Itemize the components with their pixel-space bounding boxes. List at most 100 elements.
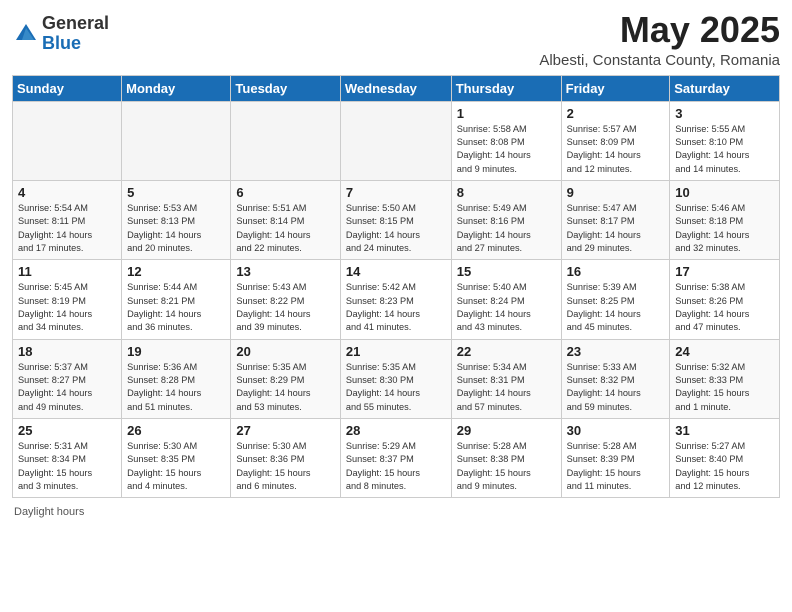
weekday-header-sunday: Sunday: [13, 75, 122, 101]
day-number: 28: [346, 423, 446, 438]
day-number: 15: [457, 264, 556, 279]
day-number: 10: [675, 185, 774, 200]
calendar-week-1: 1 Sunrise: 5:58 AM Sunset: 8:08 PM Daylig…: [13, 101, 780, 180]
calendar-cell: 25 Sunrise: 5:31 AM Sunset: 8:34 PM Dayli…: [13, 419, 122, 498]
calendar-cell: 1 Sunrise: 5:58 AM Sunset: 8:08 PM Daylig…: [451, 101, 561, 180]
day-number: 22: [457, 344, 556, 359]
calendar-week-5: 25 Sunrise: 5:31 AM Sunset: 8:34 PM Dayli…: [13, 419, 780, 498]
title-block: May 2025 Albesti, Constanta County, Roma…: [539, 10, 780, 69]
day-number: 12: [127, 264, 225, 279]
day-info: Sunrise: 5:28 AM Sunset: 8:39 PM Dayligh…: [567, 440, 665, 493]
calendar-cell: [122, 101, 231, 180]
page-header: General Blue May 2025 Albesti, Constanta…: [12, 10, 780, 69]
calendar-cell: 22 Sunrise: 5:34 AM Sunset: 8:31 PM Dayli…: [451, 339, 561, 418]
day-number: 27: [236, 423, 334, 438]
day-info: Sunrise: 5:38 AM Sunset: 8:26 PM Dayligh…: [675, 281, 774, 334]
calendar-cell: 19 Sunrise: 5:36 AM Sunset: 8:28 PM Dayli…: [122, 339, 231, 418]
logo-blue-text: Blue: [42, 34, 109, 54]
day-number: 19: [127, 344, 225, 359]
day-number: 2: [567, 106, 665, 121]
weekday-header-tuesday: Tuesday: [231, 75, 340, 101]
calendar-cell: 7 Sunrise: 5:50 AM Sunset: 8:15 PM Daylig…: [340, 180, 451, 259]
logo-text: General Blue: [42, 14, 109, 54]
day-number: 23: [567, 344, 665, 359]
footer: Daylight hours: [12, 506, 780, 518]
day-info: Sunrise: 5:28 AM Sunset: 8:38 PM Dayligh…: [457, 440, 556, 493]
day-number: 6: [236, 185, 334, 200]
weekday-header-row: SundayMondayTuesdayWednesdayThursdayFrid…: [13, 75, 780, 101]
day-info: Sunrise: 5:30 AM Sunset: 8:36 PM Dayligh…: [236, 440, 334, 493]
day-number: 1: [457, 106, 556, 121]
weekday-header-friday: Friday: [561, 75, 670, 101]
day-info: Sunrise: 5:39 AM Sunset: 8:25 PM Dayligh…: [567, 281, 665, 334]
day-number: 26: [127, 423, 225, 438]
day-info: Sunrise: 5:31 AM Sunset: 8:34 PM Dayligh…: [18, 440, 116, 493]
logo: General Blue: [12, 14, 109, 54]
day-info: Sunrise: 5:49 AM Sunset: 8:16 PM Dayligh…: [457, 202, 556, 255]
calendar-cell: 30 Sunrise: 5:28 AM Sunset: 8:39 PM Dayli…: [561, 419, 670, 498]
day-info: Sunrise: 5:35 AM Sunset: 8:29 PM Dayligh…: [236, 361, 334, 414]
calendar-table: SundayMondayTuesdayWednesdayThursdayFrid…: [12, 75, 780, 499]
weekday-header-wednesday: Wednesday: [340, 75, 451, 101]
day-number: 14: [346, 264, 446, 279]
page-container: General Blue May 2025 Albesti, Constanta…: [0, 0, 792, 528]
day-info: Sunrise: 5:36 AM Sunset: 8:28 PM Dayligh…: [127, 361, 225, 414]
weekday-header-thursday: Thursday: [451, 75, 561, 101]
day-number: 25: [18, 423, 116, 438]
calendar-week-3: 11 Sunrise: 5:45 AM Sunset: 8:19 PM Dayli…: [13, 260, 780, 339]
calendar-cell: 18 Sunrise: 5:37 AM Sunset: 8:27 PM Dayli…: [13, 339, 122, 418]
calendar-week-2: 4 Sunrise: 5:54 AM Sunset: 8:11 PM Daylig…: [13, 180, 780, 259]
day-info: Sunrise: 5:32 AM Sunset: 8:33 PM Dayligh…: [675, 361, 774, 414]
calendar-week-4: 18 Sunrise: 5:37 AM Sunset: 8:27 PM Dayli…: [13, 339, 780, 418]
calendar-cell: 10 Sunrise: 5:46 AM Sunset: 8:18 PM Dayli…: [670, 180, 780, 259]
weekday-header-saturday: Saturday: [670, 75, 780, 101]
calendar-cell: 20Sunrise: 5:35 AM Sunset: 8:29 PM Dayli…: [231, 339, 340, 418]
calendar-cell: [13, 101, 122, 180]
day-info: Sunrise: 5:51 AM Sunset: 8:14 PM Dayligh…: [236, 202, 334, 255]
day-info: Sunrise: 5:58 AM Sunset: 8:08 PM Dayligh…: [457, 123, 556, 176]
calendar-cell: 11 Sunrise: 5:45 AM Sunset: 8:19 PM Dayli…: [13, 260, 122, 339]
day-number: 31: [675, 423, 774, 438]
calendar-cell: 27 Sunrise: 5:30 AM Sunset: 8:36 PM Dayli…: [231, 419, 340, 498]
day-info: Sunrise: 5:44 AM Sunset: 8:21 PM Dayligh…: [127, 281, 225, 334]
day-number: 11: [18, 264, 116, 279]
calendar-cell: 23 Sunrise: 5:33 AM Sunset: 8:32 PM Dayli…: [561, 339, 670, 418]
day-number: 4: [18, 185, 116, 200]
day-info: Sunrise: 5:37 AM Sunset: 8:27 PM Dayligh…: [18, 361, 116, 414]
calendar-cell: 29Sunrise: 5:28 AM Sunset: 8:38 PM Dayli…: [451, 419, 561, 498]
day-number: 16: [567, 264, 665, 279]
calendar-cell: 5Sunrise: 5:53 AM Sunset: 8:13 PM Daylig…: [122, 180, 231, 259]
day-info: Sunrise: 5:54 AM Sunset: 8:11 PM Dayligh…: [18, 202, 116, 255]
day-number: 30: [567, 423, 665, 438]
day-number: 24: [675, 344, 774, 359]
day-info: Sunrise: 5:40 AM Sunset: 8:24 PM Dayligh…: [457, 281, 556, 334]
day-info: Sunrise: 5:35 AM Sunset: 8:30 PM Dayligh…: [346, 361, 446, 414]
day-info: Sunrise: 5:34 AM Sunset: 8:31 PM Dayligh…: [457, 361, 556, 414]
day-info: Sunrise: 5:29 AM Sunset: 8:37 PM Dayligh…: [346, 440, 446, 493]
day-number: 3: [675, 106, 774, 121]
day-info: Sunrise: 5:27 AM Sunset: 8:40 PM Dayligh…: [675, 440, 774, 493]
day-info: Sunrise: 5:46 AM Sunset: 8:18 PM Dayligh…: [675, 202, 774, 255]
day-info: Sunrise: 5:45 AM Sunset: 8:19 PM Dayligh…: [18, 281, 116, 334]
calendar-body: 1 Sunrise: 5:58 AM Sunset: 8:08 PM Daylig…: [13, 101, 780, 498]
day-info: Sunrise: 5:33 AM Sunset: 8:32 PM Dayligh…: [567, 361, 665, 414]
calendar-cell: 28 Sunrise: 5:29 AM Sunset: 8:37 PM Dayli…: [340, 419, 451, 498]
calendar-cell: 12 Sunrise: 5:44 AM Sunset: 8:21 PM Dayli…: [122, 260, 231, 339]
day-info: Sunrise: 5:55 AM Sunset: 8:10 PM Dayligh…: [675, 123, 774, 176]
logo-general-text: General: [42, 14, 109, 34]
day-number: 7: [346, 185, 446, 200]
month-title: May 2025: [539, 10, 780, 50]
day-info: Sunrise: 5:50 AM Sunset: 8:15 PM Dayligh…: [346, 202, 446, 255]
calendar-cell: 17 Sunrise: 5:38 AM Sunset: 8:26 PM Dayli…: [670, 260, 780, 339]
logo-icon: [12, 20, 40, 48]
day-info: Sunrise: 5:30 AM Sunset: 8:35 PM Dayligh…: [127, 440, 225, 493]
day-info: Sunrise: 5:57 AM Sunset: 8:09 PM Dayligh…: [567, 123, 665, 176]
day-number: 17: [675, 264, 774, 279]
calendar-cell: 4 Sunrise: 5:54 AM Sunset: 8:11 PM Daylig…: [13, 180, 122, 259]
calendar-cell: 24 Sunrise: 5:32 AM Sunset: 8:33 PM Dayli…: [670, 339, 780, 418]
daylight-hours-label: Daylight hours: [14, 506, 84, 518]
weekday-header-monday: Monday: [122, 75, 231, 101]
day-number: 9: [567, 185, 665, 200]
calendar-cell: 31 Sunrise: 5:27 AM Sunset: 8:40 PM Dayli…: [670, 419, 780, 498]
day-number: 18: [18, 344, 116, 359]
